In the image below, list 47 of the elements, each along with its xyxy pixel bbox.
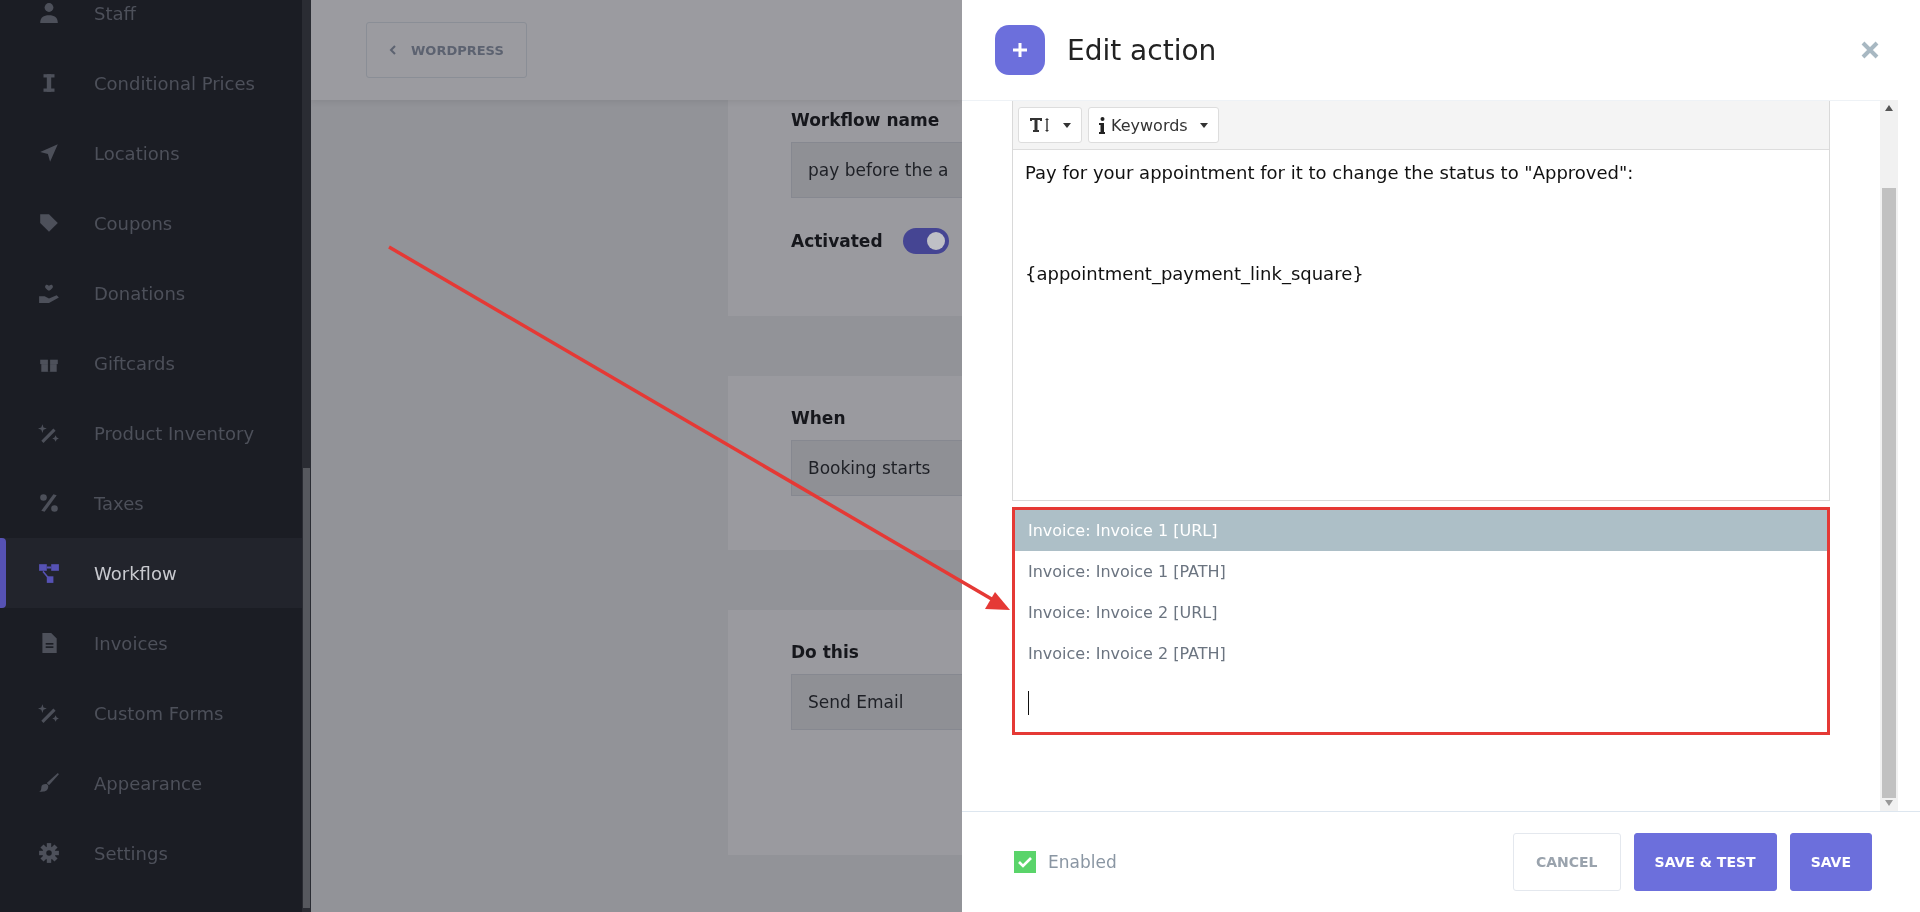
scrollbar[interactable] xyxy=(1880,100,1898,811)
back-button[interactable]: WORDPRESS xyxy=(366,22,527,78)
suggestion-item[interactable]: Invoice: Invoice 2 [URL] xyxy=(1015,592,1827,633)
save-button[interactable]: SAVE & TEST xyxy=(1633,833,1777,891)
enabled-checkbox[interactable] xyxy=(1014,851,1036,873)
trigger-select[interactable]: Booking starts xyxy=(791,440,962,496)
caret-icon xyxy=(1063,122,1071,128)
action-select[interactable]: Send Email xyxy=(791,674,962,730)
field-label: Workflow name xyxy=(791,110,940,130)
menu-icon xyxy=(38,142,60,164)
menu-icon xyxy=(38,2,60,24)
sidebar-item[interactable]: Workflow xyxy=(0,538,302,608)
save-button[interactable]: SAVE xyxy=(1789,833,1872,891)
keywords-button[interactable]: Keywords xyxy=(1088,107,1219,143)
menu-icon xyxy=(38,842,60,864)
panel-title: Edit action xyxy=(1067,33,1218,67)
checkmark-icon xyxy=(1018,856,1032,868)
scrollbar[interactable] xyxy=(302,0,311,912)
plus-icon xyxy=(995,25,1045,75)
field-label: Do this xyxy=(791,642,859,662)
suggestion-item[interactable]: Invoice: Invoice 1 [URL] xyxy=(1015,510,1827,551)
checkbox-label: Enabled xyxy=(1048,852,1118,872)
editor-paragraph: Pay for your appointment for it to change the status to "Approved": xyxy=(1025,162,1635,183)
menu-icon xyxy=(38,772,60,794)
menu-icon xyxy=(38,282,60,304)
toggle-label: Activated xyxy=(791,231,883,251)
menu-icon xyxy=(38,212,60,234)
menu-icon xyxy=(38,562,60,584)
suggestion-item[interactable]: Invoice: Invoice 1 [PATH] xyxy=(1015,551,1827,592)
scroll-down-icon[interactable] xyxy=(1885,800,1893,806)
text-size-button[interactable] xyxy=(1018,107,1082,143)
name-field[interactable]: pay before the a xyxy=(791,142,962,198)
caret-icon xyxy=(1199,122,1208,128)
text-editor[interactable]: Keywords Pay for your appointment for it to change the status to "Approved": {appointment_payment_link_square} xyxy=(1012,100,1830,501)
scroll-up-icon[interactable] xyxy=(1885,105,1893,111)
cancel-button[interactable]: CANCEL xyxy=(1512,833,1621,891)
menu-icon xyxy=(38,422,60,444)
menu-icon xyxy=(38,492,60,514)
field-label: When xyxy=(791,408,846,428)
info-icon xyxy=(1099,116,1105,134)
activated-toggle[interactable] xyxy=(902,228,949,254)
editor-paragraph: {appointment_payment_link_square} xyxy=(1025,263,1365,284)
suggestion-item[interactable]: Invoice: Invoice 2 [PATH] xyxy=(1015,633,1827,674)
text-cursor xyxy=(1028,691,1029,715)
close-icon[interactable] xyxy=(1860,40,1880,60)
menu-icon xyxy=(38,702,60,724)
chevron-left-icon xyxy=(389,45,397,55)
